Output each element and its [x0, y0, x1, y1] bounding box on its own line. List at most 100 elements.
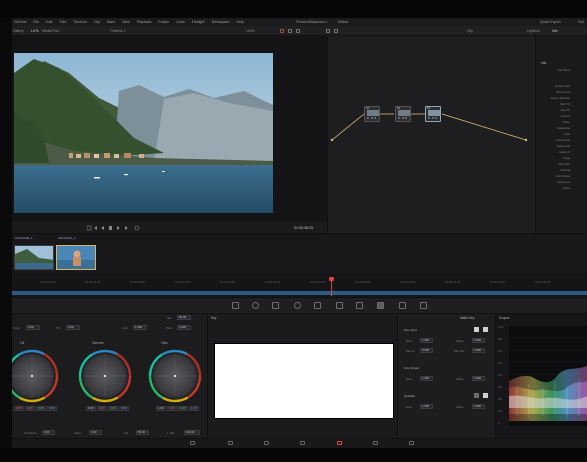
- key-output-gain-label: Gain: [406, 377, 412, 381]
- menu-item[interactable]: Workspace: [212, 20, 230, 24]
- inspector-row: Date: [564, 133, 570, 136]
- blur-radius-field[interactable]: 0.000: [420, 348, 433, 353]
- key-icon[interactable]: [377, 301, 384, 309]
- node-editor[interactable]: 01 02 03: [327, 36, 535, 233]
- deliver-page-icon[interactable]: [409, 441, 414, 445]
- menu-item[interactable]: Playback: [137, 20, 152, 24]
- highlight-icon[interactable]: [280, 28, 284, 33]
- node-tool-indicators: [428, 117, 439, 120]
- shadows-label: Shad: [74, 431, 81, 435]
- lift-blue-field[interactable]: 0.00: [47, 406, 57, 411]
- col-boost-field[interactable]: 0.00: [42, 430, 55, 435]
- invert-toggle[interactable]: [474, 327, 479, 332]
- menu-item[interactable]: Edit: [46, 20, 52, 24]
- color-node[interactable]: 01: [364, 106, 380, 122]
- gamma-wheel: [78, 349, 132, 403]
- window-icon[interactable]: [294, 301, 301, 309]
- info-tab[interactable]: Info: [552, 29, 558, 33]
- color-page-icon[interactable]: [337, 441, 342, 445]
- quick-export-button[interactable]: Quick Export: [540, 20, 561, 24]
- tint-field[interactable]: 0.00: [66, 325, 80, 330]
- gain-wheel: [148, 349, 202, 403]
- shadows-field[interactable]: 0.00: [89, 430, 102, 435]
- viewer-mode-icon[interactable]: [326, 28, 330, 33]
- transport-buttons[interactable]: [87, 225, 147, 231]
- blur-icon[interactable]: [356, 301, 363, 309]
- sizing-icon[interactable]: [399, 301, 406, 309]
- color-wheels[interactable]: [12, 345, 207, 405]
- qualifier-gain-field[interactable]: 1.000: [420, 404, 433, 409]
- luts-tab[interactable]: LUTs: [31, 29, 39, 33]
- timeline-name[interactable]: Timeline 1: [110, 29, 126, 33]
- key-input-offset-field[interactable]: 0.000: [472, 338, 485, 343]
- color-warper-icon[interactable]: [252, 301, 259, 309]
- media-page-icon[interactable]: [190, 441, 195, 445]
- key-input-offset-label: Offset: [456, 339, 464, 343]
- cut-page-icon[interactable]: [228, 441, 233, 445]
- zoom-dropdown[interactable]: 100%: [246, 29, 255, 33]
- menu-item[interactable]: Clip: [94, 20, 100, 24]
- media-pool-tab[interactable]: Media Pool: [42, 29, 59, 33]
- gamma-green-field[interactable]: 0.00: [108, 406, 118, 411]
- waveform-scope[interactable]: [509, 326, 587, 426]
- gallery-tab[interactable]: Gallery: [13, 29, 24, 33]
- gamma-blue-field[interactable]: 0.00: [119, 406, 129, 411]
- sat-footer-field[interactable]: 50.00: [136, 430, 149, 435]
- key-output-offset-field[interactable]: 0.000: [472, 376, 485, 381]
- menu-item[interactable]: Fusion: [158, 20, 169, 24]
- upper-toolbar: Gallery LUTs Media Pool Timeline 1 100% …: [12, 26, 587, 36]
- fullscreen-button[interactable]: Full: [578, 20, 584, 24]
- menu-item[interactable]: View: [122, 20, 130, 24]
- qualifier-offset-field[interactable]: 0.000: [472, 404, 485, 409]
- sat-field[interactable]: 50.00: [177, 315, 191, 320]
- gain-green-field[interactable]: 1.00: [178, 406, 188, 411]
- tracker-icon[interactable]: [314, 301, 321, 309]
- edit-page-icon[interactable]: [264, 441, 269, 445]
- fusion-page-icon[interactable]: [300, 441, 305, 445]
- gamma-master-field[interactable]: 0.00: [86, 406, 96, 411]
- node-connections: [330, 113, 528, 142]
- lift-green-field[interactable]: 0.00: [36, 406, 46, 411]
- menu-item[interactable]: Mark: [107, 20, 115, 24]
- menu-item[interactable]: File: [33, 20, 39, 24]
- viewer-image[interactable]: [14, 53, 273, 213]
- clip-thumbnail-selected[interactable]: [56, 245, 96, 270]
- lum-mix-field[interactable]: 100.00: [184, 430, 200, 435]
- qualifier-icon[interactable]: [272, 301, 279, 309]
- key-input-gain-field[interactable]: 1.000: [420, 338, 433, 343]
- qualifier-reset[interactable]: [483, 393, 488, 398]
- magic-mask-icon[interactable]: [336, 301, 343, 309]
- timeline-clip-track[interactable]: [12, 291, 587, 295]
- menu-item[interactable]: DaVinci: [14, 20, 26, 24]
- curves-icon[interactable]: [232, 301, 239, 309]
- node-mode-dropdown[interactable]: Clip: [467, 29, 473, 33]
- key-output-gain-field[interactable]: 1.000: [420, 376, 433, 381]
- reset-toggle[interactable]: [483, 327, 488, 332]
- gain-red-field[interactable]: 1.00: [167, 406, 177, 411]
- qualifier-toggle[interactable]: [474, 393, 479, 398]
- contrast-field[interactable]: 1.000: [133, 325, 147, 330]
- color-node-selected[interactable]: 03: [425, 106, 441, 122]
- node-view-icon[interactable]: [334, 28, 338, 33]
- fairlight-page-icon[interactable]: [373, 441, 378, 445]
- 3d-icon[interactable]: [420, 301, 427, 309]
- split-icon[interactable]: [296, 28, 300, 33]
- temp-field[interactable]: 0.00: [26, 325, 40, 330]
- pivot-field[interactable]: 0.435: [177, 325, 191, 330]
- blur-hv-field[interactable]: 0.000: [472, 348, 485, 353]
- menu-item[interactable]: Fairlight: [192, 20, 205, 24]
- gain-master-field[interactable]: 1.00: [156, 406, 166, 411]
- menu-item[interactable]: Color: [176, 20, 185, 24]
- lightbox-tab[interactable]: Lightbox: [527, 29, 540, 33]
- gamma-red-field[interactable]: 0.00: [97, 406, 107, 411]
- color-node[interactable]: 02: [395, 106, 411, 122]
- lift-red-field[interactable]: 0.00: [25, 406, 35, 411]
- gain-blue-field[interactable]: 1.00: [189, 406, 199, 411]
- menu-item[interactable]: Help: [236, 20, 243, 24]
- menu-item[interactable]: Trim: [59, 20, 66, 24]
- playhead-line[interactable]: [331, 278, 333, 296]
- menu-item[interactable]: Timeline: [73, 20, 86, 24]
- lift-master-field[interactable]: 0.00: [14, 406, 24, 411]
- clip-thumbnail[interactable]: [14, 245, 54, 270]
- grid-icon[interactable]: [288, 28, 292, 33]
